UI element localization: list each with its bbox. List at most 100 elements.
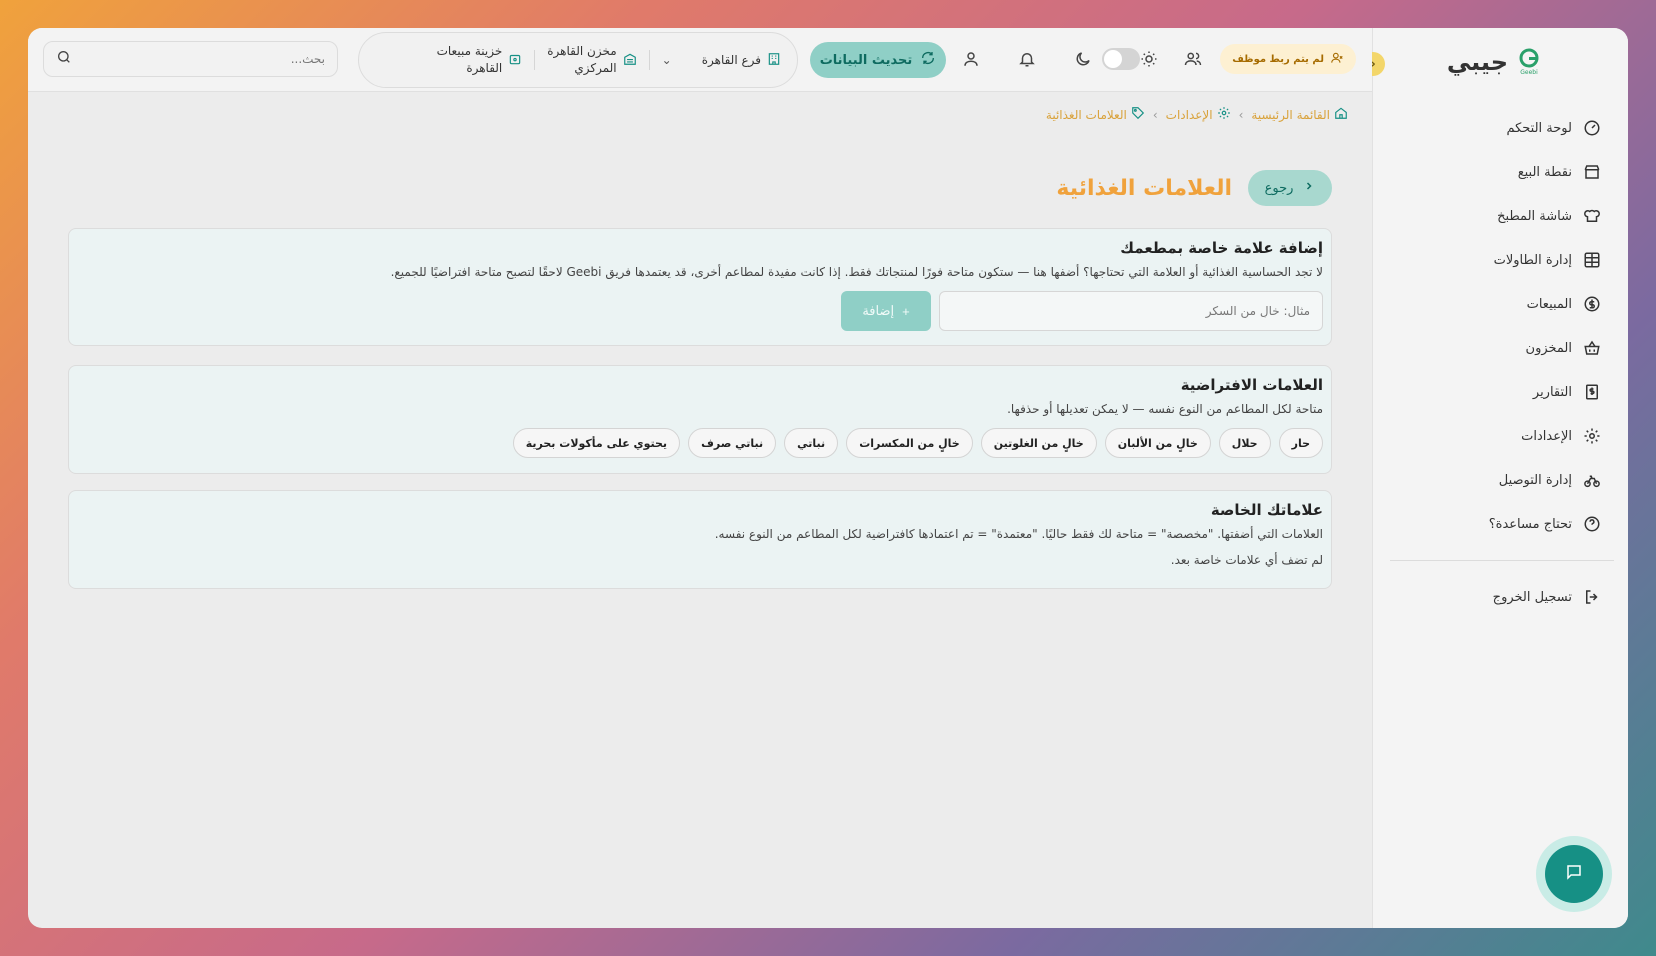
- chat-icon: [1565, 863, 1583, 885]
- store-icon: [1582, 162, 1602, 182]
- tag-chip: خالٍ من المكسرات: [846, 428, 973, 458]
- tag-chip: خالٍ من الغلوتين: [980, 428, 1097, 458]
- search-input[interactable]: [80, 52, 325, 66]
- sidebar-item-label: نقطة البيع: [1517, 164, 1572, 180]
- breadcrumb-settings-label: الإعدادات: [1165, 107, 1213, 122]
- tag-chip: حار: [1278, 428, 1323, 458]
- logo-text: جيبي: [1446, 48, 1508, 76]
- tag-icon: [1131, 106, 1145, 123]
- user-x-icon: [1330, 51, 1344, 68]
- sidebar-item-label: المخزون: [1525, 340, 1572, 356]
- help-circle-icon: [1582, 514, 1602, 534]
- topbar: لم يتم ربط موظف تحديث البيانات فرع القاه…: [28, 28, 1372, 92]
- add-tag-title: إضافة علامة خاصة بمطعمك: [1120, 239, 1323, 257]
- sidebar-item-settings[interactable]: الإعدادات: [1382, 414, 1602, 458]
- sidebar-item-label: التقارير: [1532, 384, 1572, 400]
- breadcrumb-home[interactable]: القائمة الرئيسية: [1251, 106, 1348, 123]
- breadcrumb-separator-icon: ›: [1238, 107, 1244, 122]
- sidebar-item-label: تحتاج مساعدة؟: [1488, 516, 1572, 532]
- sidebar-item-kitchen[interactable]: شاشة المطبخ: [1382, 194, 1602, 238]
- sidebar-nav: لوحة التحكم نقطة البيع شاشة المطبخ إدارة…: [1382, 106, 1614, 619]
- sidebar-item-help[interactable]: تحتاج مساعدة؟: [1382, 502, 1602, 546]
- main-content: القائمة الرئيسية › الإعدادات › العلامات …: [28, 92, 1372, 928]
- new-tag-input[interactable]: [939, 291, 1323, 331]
- tag-chip: خالٍ من الألبان: [1104, 428, 1211, 458]
- bell-icon[interactable]: [1016, 48, 1038, 70]
- sidebar-item-reports[interactable]: التقارير: [1382, 370, 1602, 414]
- logo-mark-icon: Geebi: [1518, 48, 1540, 76]
- logo-small-text: Geebi: [1520, 69, 1538, 76]
- sun-icon[interactable]: [1138, 48, 1160, 70]
- sidebar-item-sales[interactable]: المبيعات: [1382, 282, 1602, 326]
- gear-icon: [1582, 426, 1602, 446]
- add-tag-row: + إضافة: [77, 291, 1323, 331]
- tag-chip: يحتوي على مأكولات بحرية: [512, 428, 681, 458]
- logout-button[interactable]: تسجيل الخروج: [1382, 575, 1602, 619]
- sidebar-item-label: شاشة المطبخ: [1497, 208, 1572, 224]
- page-header: رجوع العلامات الغذائية: [1056, 170, 1332, 206]
- sidebar-item-label: المبيعات: [1526, 296, 1572, 312]
- sidebar-item-delivery[interactable]: إدارة التوصيل: [1382, 458, 1602, 502]
- users-icon[interactable]: [1182, 48, 1204, 70]
- dollar-circle-icon: [1582, 294, 1602, 314]
- nav-divider: [1390, 560, 1614, 561]
- add-tag-description: لا تجد الحساسية الغذائية أو العلامة التي…: [390, 265, 1323, 279]
- breadcrumb-settings[interactable]: الإعدادات: [1166, 106, 1231, 123]
- moon-icon[interactable]: [1072, 48, 1094, 70]
- custom-tags-description: العلامات التي أضفتها. "مخصصة" = متاحة لك…: [714, 527, 1323, 541]
- unlinked-employee-badge[interactable]: لم يتم ربط موظف: [1220, 44, 1356, 74]
- breadcrumb-home-label: القائمة الرئيسية: [1251, 107, 1330, 122]
- cash-register-icon: [508, 52, 522, 69]
- divider: [648, 50, 650, 70]
- treasury-select[interactable]: خزينة مبيعات القاهرة: [437, 43, 523, 77]
- add-tag-label: إضافة: [862, 303, 895, 318]
- refresh-data-button[interactable]: تحديث البيانات: [810, 42, 946, 78]
- sidebar-item-inventory[interactable]: المخزون: [1382, 326, 1602, 370]
- refresh-icon: [920, 50, 936, 70]
- sidebar-item-label: إدارة التوصيل: [1498, 472, 1572, 488]
- custom-tags-title: علاماتك الخاصة: [1210, 501, 1323, 519]
- home-icon: [1334, 106, 1348, 123]
- breadcrumb-current: العلامات الغذائية: [1046, 106, 1145, 123]
- warehouse-label: مخزن القاهرة المركزي: [547, 43, 616, 77]
- refresh-label: تحديث البيانات: [819, 52, 913, 68]
- logo: Geebi جيبي: [1447, 48, 1540, 76]
- custom-tags-empty: لم تضف أي علامات خاصة بعد.: [1170, 553, 1323, 567]
- logout-label: تسجيل الخروج: [1492, 589, 1572, 605]
- add-tag-button[interactable]: + إضافة: [841, 291, 931, 331]
- warehouse-select[interactable]: مخزن القاهرة المركزي: [547, 43, 636, 77]
- breadcrumb-current-label: العلامات الغذائية: [1045, 107, 1127, 122]
- back-button[interactable]: رجوع: [1248, 170, 1332, 206]
- tag-chip: نباتي صرف: [688, 428, 777, 458]
- treasury-line1: خزينة مبيعات: [436, 44, 503, 58]
- chat-fab[interactable]: [1536, 836, 1612, 912]
- building-icon: [767, 52, 781, 69]
- breadcrumb-separator-icon: ›: [1152, 107, 1158, 122]
- sidebar: ‹ Geebi جيبي لوحة التحكم نقطة البيع شاشة…: [1361, 28, 1628, 928]
- unlinked-badge-label: لم يتم ربط موظف: [1232, 53, 1324, 65]
- back-label: رجوع: [1264, 180, 1294, 196]
- warehouse-line1: مخزن القاهرة: [547, 44, 617, 58]
- sidebar-item-label: لوحة التحكم: [1506, 120, 1572, 136]
- sidebar-item-pos[interactable]: نقطة البيع: [1382, 150, 1602, 194]
- sidebar-item-tables[interactable]: إدارة الطاولات: [1382, 238, 1602, 282]
- divider: [534, 50, 536, 70]
- breadcrumb: القائمة الرئيسية › الإعدادات › العلامات …: [1046, 106, 1348, 123]
- warehouse-icon: [623, 52, 637, 69]
- theme-toggle[interactable]: [1102, 48, 1140, 70]
- add-tag-card: إضافة علامة خاصة بمطعمك لا تجد الحساسية …: [68, 228, 1332, 346]
- branch-select[interactable]: فرع القاهرة ⌄: [662, 52, 781, 69]
- chef-hat-icon: [1582, 206, 1602, 226]
- custom-tags-card: علاماتك الخاصة العلامات التي أضفتها. "مخ…: [68, 490, 1332, 589]
- default-tags-card: العلامات الافتراضية متاحة لكل المطاعم من…: [68, 365, 1332, 474]
- logout-icon: [1582, 587, 1602, 607]
- toggle-knob: [1104, 50, 1122, 68]
- user-icon[interactable]: [960, 48, 982, 70]
- sidebar-item-dashboard[interactable]: لوحة التحكم: [1382, 106, 1602, 150]
- tag-chip: نباتي: [784, 428, 839, 458]
- sidebar-item-label: إدارة الطاولات: [1493, 252, 1572, 268]
- default-tags-list: حار حلال خالٍ من الألبان خالٍ من الغلوتي…: [77, 428, 1323, 458]
- bike-icon: [1582, 470, 1602, 490]
- default-tags-title: العلامات الافتراضية: [1180, 376, 1323, 394]
- gauge-icon: [1582, 118, 1602, 138]
